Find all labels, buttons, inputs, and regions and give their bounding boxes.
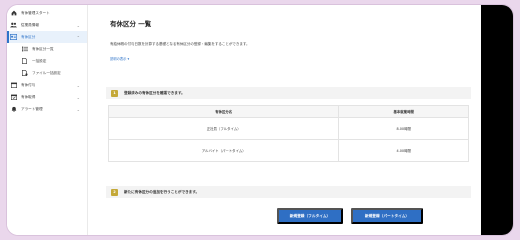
side-panel: [481, 5, 513, 235]
register-fulltime-button[interactable]: 新規登録（フルタイム）: [277, 208, 343, 224]
people-icon: [10, 22, 17, 29]
sidebar: 有休管理スタート 従業員情報 ⌄ 有休区分 ⌃ 有休区分一覧 一括設定 ファイル…: [7, 5, 88, 235]
page-description: 有給休暇の付与日数を計算する基礎となる有休区分の登録・編集をすることができます。: [110, 42, 250, 46]
chevron-up-icon: ⌃: [76, 34, 80, 40]
bell-icon: [10, 106, 17, 113]
table-cell-category-name: 正社員（フルタイム）: [107, 117, 340, 140]
column-header-base-hours: 基本就業時間: [338, 105, 469, 118]
step-badge: 2: [111, 188, 118, 196]
table-header-row: 有休区分名 基本就業時間: [107, 105, 469, 118]
holiday-category-table: 有休区分名 基本就業時間 正社員（フルタイム） 8.00時間 アルバイト（パート…: [107, 105, 469, 162]
chevron-down-icon: ▾: [127, 57, 130, 61]
sidebar-item-label: 有休付与: [21, 82, 36, 87]
sidebar-item-holiday-grant[interactable]: 有休付与 ⌄: [7, 79, 87, 91]
sidebar-item-label: 有休取得: [21, 94, 36, 99]
section-header-registered: 1 登録済みの有休区分を確認できます。: [106, 87, 471, 99]
sidebar-item-label: 従業員情報: [21, 22, 39, 27]
sidebar-item-holiday-category[interactable]: 有休区分 ⌃: [7, 31, 87, 43]
sidebar-item-label: ファイル一括設定: [32, 70, 61, 75]
sidebar-item-alert-management[interactable]: アラート管理 ⌄: [7, 103, 87, 115]
chevron-down-icon: ⌄: [76, 94, 80, 100]
main-content: 有休区分 一覧 有給休暇の付与日数を計算する基礎となる有休区分の登録・編集をする…: [88, 5, 483, 235]
table-cell-category-name: アルバイト（パートタイム）: [107, 139, 340, 162]
sidebar-item-label: 有休管理スタート: [21, 10, 50, 15]
section-label: 登録済みの有休区分を確認できます。: [124, 90, 185, 95]
sidebar-item-file-bulk-settings[interactable]: ファイル一括設定: [7, 67, 87, 79]
list-icon: [21, 46, 28, 53]
sidebar-item-label: アラート管理: [21, 106, 43, 111]
chevron-down-icon: ⌄: [76, 22, 80, 28]
section-label: 新たに有休区分の追加を行うことができます。: [124, 189, 200, 194]
app-window: 有休管理スタート 従業員情報 ⌄ 有休区分 ⌃ 有休区分一覧 一括設定 ファイル…: [6, 4, 514, 236]
sidebar-item-start[interactable]: 有休管理スタート: [7, 7, 87, 19]
sidebar-item-holiday-category-list[interactable]: 有休区分一覧: [7, 43, 87, 55]
id-card-icon: [10, 34, 17, 41]
table-row[interactable]: 正社員（フルタイム） 8.00時間: [107, 117, 469, 140]
sidebar-item-employees[interactable]: 従業員情報 ⌄: [7, 19, 87, 31]
chevron-down-icon: ⌄: [76, 82, 80, 88]
column-header-category-name: 有休区分名: [107, 105, 340, 118]
sidebar-item-holiday-taken[interactable]: 有休取得 ⌄: [7, 91, 87, 103]
table-cell-base-hours: 4.00時間: [338, 139, 469, 162]
sidebar-item-label: 一括設定: [32, 58, 47, 63]
sidebar-item-label: 有休区分: [21, 34, 36, 39]
table-row[interactable]: アルバイト（パートタイム） 4.00時間: [107, 139, 469, 162]
register-parttime-button[interactable]: 新規登録（パートタイム）: [351, 208, 423, 224]
section-header-add-new: 2 新たに有休区分の追加を行うことができます。: [106, 186, 471, 198]
step-badge: 1: [111, 89, 118, 97]
calendar-check-icon: [10, 94, 17, 101]
calendar-icon: [10, 82, 17, 89]
sidebar-item-bulk-settings[interactable]: 一括設定: [7, 55, 87, 67]
home-icon: [10, 10, 17, 17]
sidebar-item-label: 有休区分一覧: [32, 46, 54, 51]
table-cell-base-hours: 8.00時間: [338, 117, 469, 140]
show-details-link[interactable]: 説明の表示 ▾: [110, 56, 129, 61]
file-settings-icon: [21, 70, 28, 77]
page-title: 有休区分 一覧: [110, 20, 152, 28]
document-icon: [21, 58, 28, 65]
chevron-down-icon: ⌄: [76, 106, 80, 112]
